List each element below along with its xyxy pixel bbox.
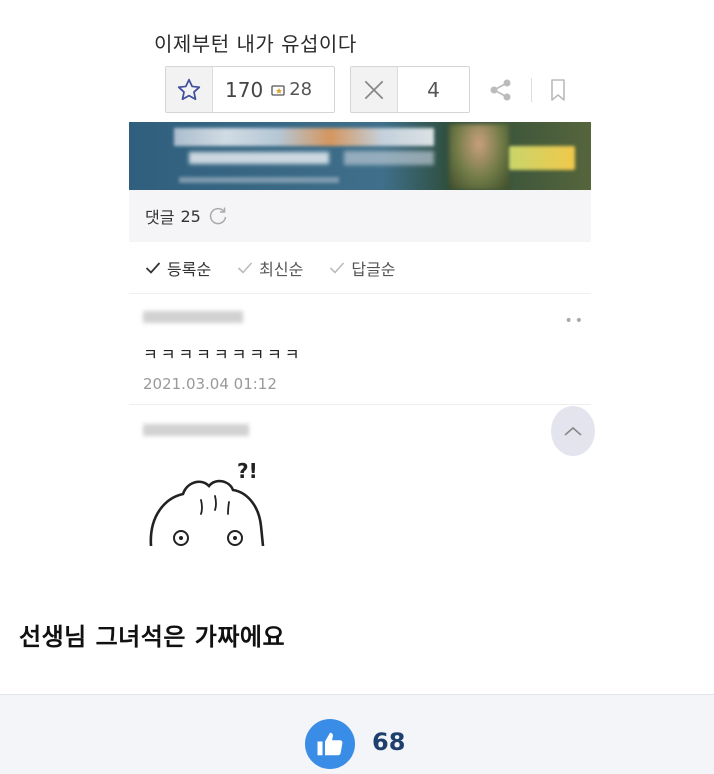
check-icon bbox=[145, 261, 161, 274]
footer-like-bar: 68 bbox=[0, 694, 714, 774]
post-caption: 선생님 그녀석은 가짜에요 bbox=[19, 623, 286, 651]
recommend-button[interactable]: 170 28 bbox=[165, 66, 335, 113]
comment-text: ㅋㅋㅋㅋㅋㅋㅋㅋㅋ bbox=[143, 345, 303, 364]
comments-count: 25 bbox=[180, 206, 201, 226]
not-recommend-button[interactable]: 4 bbox=[350, 66, 470, 113]
comments-label: 댓글 bbox=[145, 208, 175, 227]
blurred-nickname bbox=[143, 424, 249, 436]
ad-banner[interactable] bbox=[129, 122, 591, 190]
post-title: 이제부턴 내가 유섭이다 bbox=[154, 32, 357, 56]
sort-registered[interactable]: 등록순 bbox=[145, 256, 211, 280]
comment-date: 2021.03.04 01:12 bbox=[143, 375, 277, 393]
like-button[interactable] bbox=[305, 719, 355, 769]
like-count: 68 bbox=[372, 728, 406, 756]
check-icon bbox=[330, 261, 345, 274]
comment-sort-bar: 등록순 최신순 답글순 bbox=[129, 242, 591, 294]
sort-latest[interactable]: 최신순 bbox=[237, 256, 303, 280]
not-recommend-count: 4 bbox=[427, 77, 440, 102]
embedded-screenshot: 이제부턴 내가 유섭이다 170 28 4 댓글 25 등록순 최신순 답글순 … bbox=[129, 0, 595, 546]
thumbs-up-icon bbox=[317, 732, 343, 756]
close-icon bbox=[351, 67, 398, 112]
chevron-up-icon bbox=[564, 426, 582, 436]
check-icon bbox=[238, 261, 253, 274]
post-action-bar: 170 28 4 bbox=[165, 66, 585, 113]
refresh-icon[interactable] bbox=[207, 205, 229, 227]
blurred-nickname bbox=[143, 311, 243, 323]
sticker-image: ?! bbox=[149, 459, 265, 546]
star-icon bbox=[166, 67, 213, 112]
comment-item: •• ㅋㅋㅋㅋㅋㅋㅋㅋㅋ 2021.03.04 01:12 bbox=[129, 295, 591, 405]
share-icon[interactable] bbox=[487, 76, 515, 104]
divider bbox=[531, 78, 532, 102]
comment-item: ?! bbox=[129, 406, 595, 546]
bookmark-icon[interactable] bbox=[544, 76, 572, 104]
ticket-icon bbox=[271, 84, 285, 96]
more-options-icon[interactable]: •• bbox=[564, 313, 585, 329]
comments-header: 댓글 25 bbox=[129, 190, 591, 242]
svg-text:?!: ?! bbox=[237, 459, 258, 483]
fixed-recommend: 28 bbox=[271, 79, 312, 100]
sort-replies[interactable]: 답글순 bbox=[329, 256, 396, 280]
recommend-count: 170 bbox=[225, 77, 264, 102]
small-count: 28 bbox=[289, 79, 313, 100]
scroll-top-button[interactable] bbox=[551, 406, 595, 456]
